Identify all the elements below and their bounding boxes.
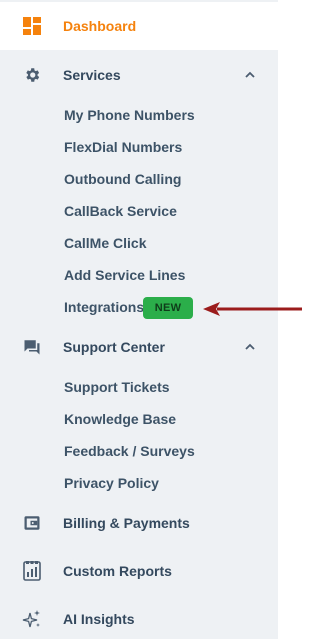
chevron-up-icon[interactable] — [243, 68, 257, 82]
sidebar-subitem-callme-click[interactable]: CallMe Click — [64, 232, 146, 254]
sidebar-subitem-integrations[interactable]: Integrations — [64, 296, 144, 318]
sidebar-item-dashboard[interactable]: Dashboard — [0, 2, 278, 50]
sidebar-subitem-knowledge-base[interactable]: Knowledge Base — [64, 408, 176, 430]
sidebar-item-custom-reports[interactable]: Custom Reports — [0, 547, 278, 595]
sidebar-nav: Dashboard Services My Phone Numbers Flex… — [0, 0, 278, 639]
sidebar-subitem-add-service-lines[interactable]: Add Service Lines — [64, 264, 185, 286]
dashboard-icon — [22, 16, 42, 36]
report-icon — [22, 561, 42, 581]
chevron-up-icon[interactable] — [243, 340, 257, 354]
sidebar-subitem-flexdial-numbers[interactable]: FlexDial Numbers — [64, 136, 182, 158]
wallet-icon — [22, 513, 42, 533]
sidebar-item-billing[interactable]: Billing & Payments — [0, 499, 278, 547]
sidebar-item-ai-insights[interactable]: AI Insights — [0, 595, 278, 643]
content-edge — [278, 0, 302, 639]
sidebar-subitem-support-tickets[interactable]: Support Tickets — [64, 376, 170, 398]
sidebar-subitem-callback-service[interactable]: CallBack Service — [64, 200, 177, 222]
chat-icon — [22, 337, 42, 357]
new-badge: NEW — [143, 297, 193, 319]
sidebar-item-label: Billing & Payments — [63, 515, 190, 531]
sidebar-subitem-my-phone-numbers[interactable]: My Phone Numbers — [64, 104, 195, 126]
sidebar-item-label: Support Center — [63, 339, 165, 355]
annotation-arrow-icon — [203, 302, 302, 316]
sidebar-item-label: Custom Reports — [63, 563, 172, 579]
sidebar-item-support-center[interactable]: Support Center — [0, 323, 278, 371]
sidebar-item-label: Services — [63, 67, 121, 83]
sidebar-subitem-privacy-policy[interactable]: Privacy Policy — [64, 472, 159, 494]
sparkle-icon — [22, 609, 42, 629]
sidebar-item-label: AI Insights — [63, 611, 135, 627]
sidebar-item-label: Dashboard — [63, 18, 137, 34]
sidebar-subitem-feedback-surveys[interactable]: Feedback / Surveys — [64, 440, 195, 462]
sidebar-item-services[interactable]: Services — [0, 51, 278, 99]
gear-icon — [22, 65, 42, 85]
sidebar-subitem-outbound-calling[interactable]: Outbound Calling — [64, 168, 181, 190]
